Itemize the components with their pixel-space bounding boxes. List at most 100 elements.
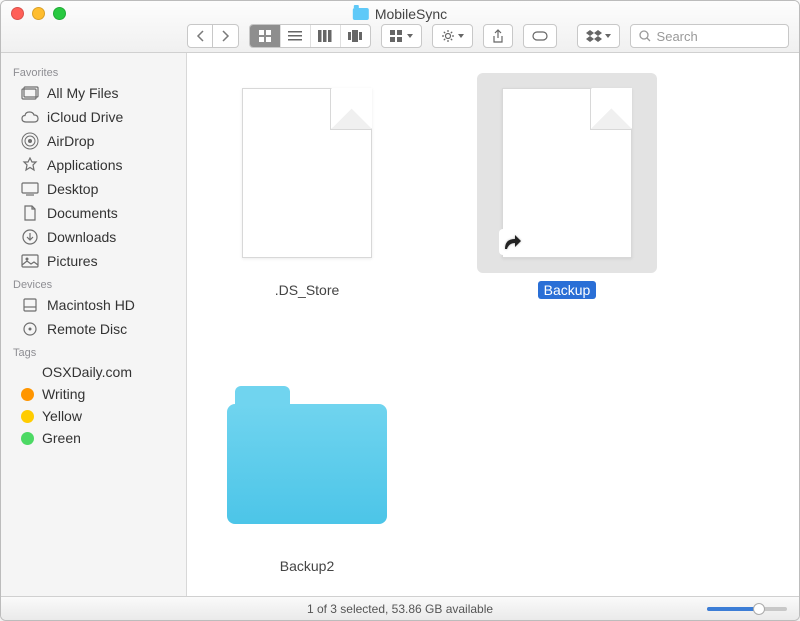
sidebar-item-label: Remote Disc xyxy=(47,321,127,337)
remote-disc-icon xyxy=(21,320,39,338)
sidebar-item-remote-disc[interactable]: Remote Disc xyxy=(1,317,186,341)
sidebar-item-macintosh-hd[interactable]: Macintosh HD xyxy=(1,293,186,317)
zoom-thumb-icon[interactable] xyxy=(753,603,765,615)
pictures-icon xyxy=(21,252,39,270)
search-input[interactable]: Search xyxy=(630,24,789,48)
window-title: MobileSync xyxy=(353,6,447,22)
folder-icon xyxy=(353,8,369,20)
tags-button[interactable] xyxy=(523,24,557,48)
sidebar-tag-osxdaily[interactable]: OSXDaily.com xyxy=(1,361,186,383)
file-icon xyxy=(477,73,657,273)
close-button[interactable] xyxy=(11,7,24,20)
chevron-right-icon xyxy=(221,30,230,42)
sidebar-tag-green[interactable]: Green xyxy=(1,427,186,449)
file-item-ds-store[interactable]: .DS_Store xyxy=(217,73,397,299)
action-button[interactable] xyxy=(432,24,473,48)
tag-dot-icon xyxy=(21,366,34,379)
sidebar-item-label: Writing xyxy=(42,386,85,402)
list-icon xyxy=(288,30,302,42)
search-placeholder: Search xyxy=(657,29,698,44)
chevron-down-icon xyxy=(605,34,611,38)
zoom-track xyxy=(707,607,787,611)
maximize-button[interactable] xyxy=(53,7,66,20)
sidebar-item-label: Macintosh HD xyxy=(47,297,135,313)
sidebar-tag-writing[interactable]: Writing xyxy=(1,383,186,405)
back-button[interactable] xyxy=(187,24,213,48)
list-view-button[interactable] xyxy=(280,25,310,47)
sidebar-item-label: Downloads xyxy=(47,229,116,245)
file-item-backup2[interactable]: Backup2 xyxy=(217,349,397,575)
sidebar-item-airdrop[interactable]: AirDrop xyxy=(1,129,186,153)
sidebar-item-label: Pictures xyxy=(47,253,98,269)
arrange-button[interactable] xyxy=(381,24,422,48)
chevron-left-icon xyxy=(196,30,205,42)
disk-icon xyxy=(21,296,39,314)
view-mode-segment xyxy=(249,24,371,48)
favorites-header: Favorites xyxy=(1,61,186,81)
sidebar-item-label: OSXDaily.com xyxy=(42,364,132,380)
finder-window: MobileSync xyxy=(0,0,800,621)
share-button[interactable] xyxy=(483,24,513,48)
sidebar-item-label: Applications xyxy=(47,157,123,173)
sidebar-item-all-my-files[interactable]: All My Files xyxy=(1,81,186,105)
nav-buttons xyxy=(187,24,239,48)
sidebar-tag-yellow[interactable]: Yellow xyxy=(1,405,186,427)
chevron-down-icon xyxy=(407,34,413,38)
icloud-icon xyxy=(21,108,39,126)
sidebar-item-icloud-drive[interactable]: iCloud Drive xyxy=(1,105,186,129)
downloads-icon xyxy=(21,228,39,246)
window-title-text: MobileSync xyxy=(375,6,447,22)
airdrop-icon xyxy=(21,132,39,150)
tag-icon xyxy=(532,31,548,41)
zoom-fill xyxy=(707,607,759,611)
grid-icon xyxy=(258,29,272,43)
sidebar-item-documents[interactable]: Documents xyxy=(1,201,186,225)
coverflow-view-button[interactable] xyxy=(340,25,370,47)
sidebar-item-pictures[interactable]: Pictures xyxy=(1,249,186,273)
file-label: .DS_Store xyxy=(269,281,346,299)
alias-badge-icon xyxy=(499,229,525,255)
sidebar-item-label: Green xyxy=(42,430,81,446)
folder-icon xyxy=(227,404,387,524)
status-text: 1 of 3 selected, 53.86 GB available xyxy=(307,602,493,616)
status-bar: 1 of 3 selected, 53.86 GB available xyxy=(1,596,799,620)
minimize-button[interactable] xyxy=(32,7,45,20)
coverflow-icon xyxy=(348,30,362,42)
sidebar-item-label: AirDrop xyxy=(47,133,94,149)
sidebar-item-label: iCloud Drive xyxy=(47,109,123,125)
sidebar-item-label: All My Files xyxy=(47,85,119,101)
all-my-files-icon xyxy=(21,84,39,102)
file-label: Backup2 xyxy=(274,557,340,575)
document-icon xyxy=(242,88,372,258)
column-view-button[interactable] xyxy=(310,25,340,47)
tag-dot-icon xyxy=(21,432,34,445)
arrange-icon xyxy=(390,30,404,42)
documents-icon xyxy=(21,204,39,222)
file-icon xyxy=(217,349,397,549)
tag-dot-icon xyxy=(21,410,34,423)
tag-dot-icon xyxy=(21,388,34,401)
titlebar: MobileSync xyxy=(1,1,799,53)
columns-icon xyxy=(318,30,332,42)
icon-view-button[interactable] xyxy=(250,25,280,47)
search-icon xyxy=(639,30,651,42)
file-grid[interactable]: .DS_Store Backup Backup2 xyxy=(187,53,799,596)
forward-button[interactable] xyxy=(213,24,239,48)
tags-header: Tags xyxy=(1,341,186,361)
sidebar-item-label: Documents xyxy=(47,205,118,221)
zoom-slider[interactable] xyxy=(707,607,787,611)
sidebar-item-desktop[interactable]: Desktop xyxy=(1,177,186,201)
devices-header: Devices xyxy=(1,273,186,293)
file-label: Backup xyxy=(538,281,597,299)
chevron-down-icon xyxy=(458,34,464,38)
applications-icon xyxy=(21,156,39,174)
sidebar: Favorites All My Files iCloud Drive AirD… xyxy=(1,53,187,596)
sidebar-item-downloads[interactable]: Downloads xyxy=(1,225,186,249)
file-item-backup[interactable]: Backup xyxy=(477,73,657,299)
dropbox-button[interactable] xyxy=(577,24,620,48)
sidebar-item-label: Desktop xyxy=(47,181,98,197)
sidebar-item-label: Yellow xyxy=(42,408,82,424)
sidebar-item-applications[interactable]: Applications xyxy=(1,153,186,177)
desktop-icon xyxy=(21,180,39,198)
share-icon xyxy=(492,29,504,43)
